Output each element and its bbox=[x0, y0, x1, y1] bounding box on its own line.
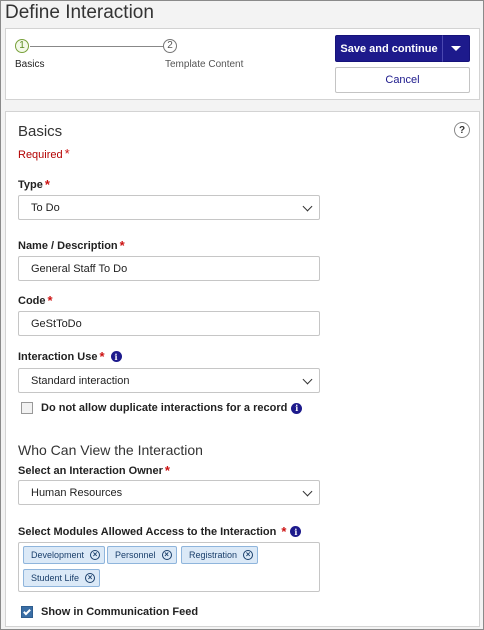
chevron-down-icon bbox=[302, 201, 313, 212]
help-icon[interactable]: ? bbox=[454, 122, 470, 138]
checkmark-icon bbox=[23, 607, 31, 615]
step-1-indicator[interactable]: 1 bbox=[15, 39, 29, 53]
interaction-use-label: Interaction Use * i bbox=[18, 349, 122, 364]
name-label: Name / Description * bbox=[18, 238, 125, 253]
step-2-indicator[interactable]: 2 bbox=[163, 39, 177, 53]
step-1-label[interactable]: Basics bbox=[15, 59, 44, 70]
interaction-use-select[interactable]: Standard interaction bbox=[18, 368, 320, 393]
modules-label: Select Modules Allowed Access to the Int… bbox=[18, 524, 302, 539]
chevron-down-icon bbox=[302, 486, 313, 497]
required-asterisk: * bbox=[281, 524, 287, 539]
required-asterisk: * bbox=[164, 463, 170, 478]
type-select[interactable]: To Do bbox=[18, 195, 320, 220]
owner-select[interactable]: Human Resources bbox=[18, 480, 320, 505]
show-in-feed-row: Show in Communication Feed bbox=[21, 606, 198, 618]
required-label: Required bbox=[18, 149, 63, 161]
info-icon[interactable]: i bbox=[110, 351, 122, 362]
modules-multiselect[interactable]: Development × Personnel × Registration ×… bbox=[18, 542, 320, 592]
name-label-text: Name / Description bbox=[18, 239, 118, 252]
no-duplicates-row: Do not allow duplicate interactions for … bbox=[21, 402, 303, 414]
name-description-input[interactable]: General Staff To Do bbox=[18, 256, 320, 281]
required-asterisk: * bbox=[64, 146, 70, 161]
required-note: Required * bbox=[18, 146, 70, 161]
basics-title: Basics bbox=[18, 123, 63, 140]
info-icon[interactable]: i bbox=[290, 526, 302, 537]
module-tag-development: Development × bbox=[23, 546, 106, 564]
code-label-text: Code bbox=[18, 294, 46, 307]
module-tag-label: Registration bbox=[189, 550, 238, 560]
modules-label-text: Select Modules Allowed Access to the Int… bbox=[18, 525, 277, 538]
code-value: GeStToDo bbox=[31, 317, 82, 330]
remove-tag-icon[interactable]: × bbox=[161, 550, 172, 560]
type-label: Type * bbox=[18, 177, 50, 192]
remove-tag-icon[interactable]: × bbox=[243, 550, 254, 560]
remove-tag-icon[interactable]: × bbox=[90, 550, 101, 560]
name-value: General Staff To Do bbox=[31, 262, 128, 275]
module-tag-registration: Registration × bbox=[181, 546, 259, 564]
no-duplicates-label[interactable]: Do not allow duplicate interactions for … bbox=[41, 402, 287, 414]
interaction-use-value: Standard interaction bbox=[31, 374, 130, 387]
module-tag-label: Development bbox=[31, 550, 85, 560]
cancel-button[interactable]: Cancel bbox=[335, 67, 470, 93]
step-connector bbox=[30, 46, 163, 47]
owner-label: Select an Interaction Owner * bbox=[18, 463, 170, 478]
type-value: To Do bbox=[31, 201, 60, 214]
basics-panel: Basics Required * ? Type * To Do Name / De… bbox=[5, 111, 480, 627]
wizard-header: 1 2 Basics Template Content Save and con… bbox=[5, 28, 480, 100]
save-and-continue-button[interactable]: Save and continue bbox=[335, 35, 442, 62]
caret-down-icon bbox=[451, 46, 461, 51]
no-duplicates-checkbox[interactable] bbox=[21, 402, 33, 414]
show-in-feed-label[interactable]: Show in Communication Feed bbox=[41, 606, 198, 618]
remove-tag-icon[interactable]: × bbox=[85, 573, 96, 583]
module-tag-label: Student Life bbox=[31, 573, 80, 583]
page-title: Define Interaction bbox=[5, 2, 154, 23]
module-tag-student-life: Student Life × bbox=[23, 569, 101, 587]
owner-label-text: Select an Interaction Owner bbox=[18, 464, 163, 477]
show-in-feed-checkbox[interactable] bbox=[21, 606, 33, 618]
required-asterisk: * bbox=[119, 238, 125, 253]
module-tag-label: Personnel bbox=[115, 550, 156, 560]
owner-value: Human Resources bbox=[31, 486, 123, 499]
visibility-title: Who Can View the Interaction bbox=[18, 442, 203, 458]
required-asterisk: * bbox=[99, 349, 105, 364]
define-interaction-window: Define Interaction 1 2 Basics Template C… bbox=[0, 0, 484, 630]
type-label-text: Type bbox=[18, 178, 43, 191]
save-options-dropdown[interactable] bbox=[442, 35, 470, 62]
required-asterisk: * bbox=[47, 293, 53, 308]
required-asterisk: * bbox=[44, 177, 50, 192]
info-icon[interactable]: i bbox=[291, 402, 303, 414]
chevron-down-icon bbox=[302, 374, 313, 385]
step-2-label[interactable]: Template Content bbox=[165, 59, 243, 70]
code-label: Code * bbox=[18, 293, 53, 308]
interaction-use-label-text: Interaction Use bbox=[18, 350, 98, 363]
code-input[interactable]: GeStToDo bbox=[18, 311, 320, 336]
module-tag-personnel: Personnel × bbox=[107, 546, 177, 564]
